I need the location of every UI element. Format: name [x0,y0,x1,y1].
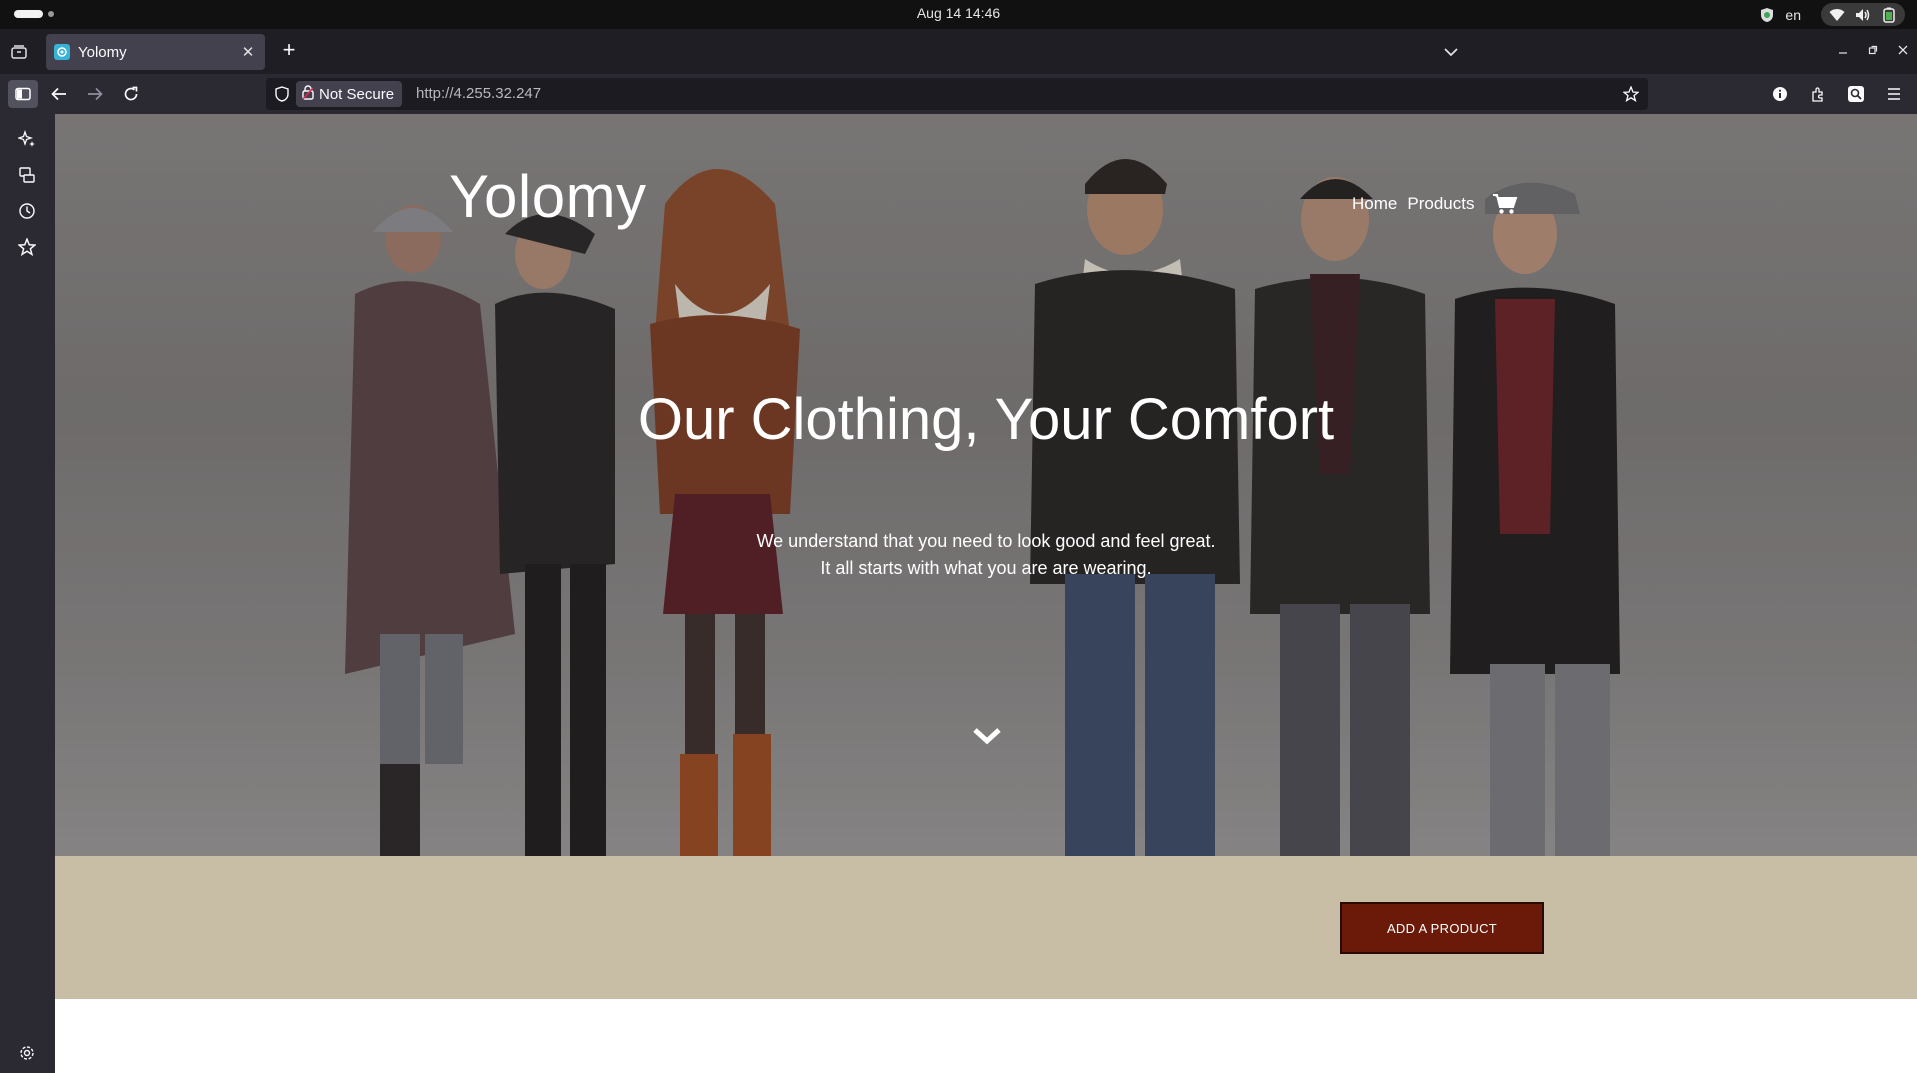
system-tray: en [1759,3,1905,26]
security-label: Not Secure [319,85,395,103]
security-indicator[interactable]: Not Secure [296,81,403,107]
hero-subtitle: We understand that you need to look good… [55,528,1917,582]
clock[interactable]: Aug 14 14:46 [0,5,1917,21]
wifi-icon [1829,7,1845,23]
synced-tabs-icon[interactable] [16,164,38,186]
minimize-icon[interactable] [1835,41,1851,59]
close-icon[interactable]: ✕ [239,43,257,61]
forward-icon[interactable] [80,80,110,108]
action-band: ADD A PRODUCT [55,856,1917,999]
battery-icon [1881,7,1897,23]
status-menu[interactable] [1821,3,1905,26]
navigation-toolbar: Not Secure http://4.255.32.247 [0,74,1917,114]
menu-icon[interactable] [1881,80,1907,108]
hero-subtitle-line2: It all starts with what you are are wear… [820,558,1152,578]
url-bar[interactable]: Not Secure http://4.255.32.247 [266,78,1648,110]
info-icon[interactable] [1767,80,1793,108]
cart-icon[interactable] [1492,192,1518,216]
window-controls [1835,41,1911,59]
history-icon[interactable] [16,200,38,222]
back-icon[interactable] [44,80,74,108]
plus-icon[interactable]: + [278,39,300,62]
tab-yolomy[interactable]: Yolomy ✕ [46,34,265,70]
hero-section: Yolomy Home Products Our Clothing, Your … [55,114,1917,856]
zoom-icon[interactable] [1843,80,1869,108]
hero-subtitle-line1: We understand that you need to look good… [756,531,1216,551]
sidebar-icon[interactable] [8,80,38,108]
shield-status-icon[interactable] [1759,7,1775,23]
toolbar-right [1767,80,1907,108]
web-page: Yolomy Home Products Our Clothing, Your … [55,114,1917,1073]
window-close-icon[interactable] [1895,41,1911,59]
browser-sidebar [0,114,55,1073]
site-logo[interactable]: Yolomy [449,162,647,231]
extensions-icon[interactable] [1805,80,1831,108]
star-icon[interactable] [1622,85,1640,103]
hero-title: Our Clothing, Your Comfort [637,387,1335,452]
overview-icon[interactable] [9,42,29,62]
ai-chat-icon[interactable] [16,128,38,150]
tab-title: Yolomy [78,43,127,61]
shield-icon[interactable] [274,86,290,102]
nav-products[interactable]: Products [1407,194,1474,214]
settings-icon[interactable] [16,1042,38,1064]
bookmarks-icon[interactable] [16,236,38,258]
favicon-icon [54,44,70,60]
reload-icon[interactable] [116,80,146,108]
scroll-down-icon[interactable] [971,724,1003,748]
language-indicator[interactable]: en [1785,7,1801,23]
tab-strip: Yolomy ✕ + [0,29,1917,74]
volume-icon [1855,7,1871,23]
add-product-button[interactable]: ADD A PRODUCT [1340,902,1544,954]
nav-home[interactable]: Home [1352,194,1397,214]
os-top-bar: Aug 14 14:46 en [0,0,1917,29]
url-text[interactable]: http://4.255.32.247 [416,85,541,102]
chevron-down-icon[interactable] [1441,42,1461,62]
maximize-icon[interactable] [1865,41,1881,59]
lock-icon [302,84,314,104]
site-nav: Home Products [1352,192,1518,216]
